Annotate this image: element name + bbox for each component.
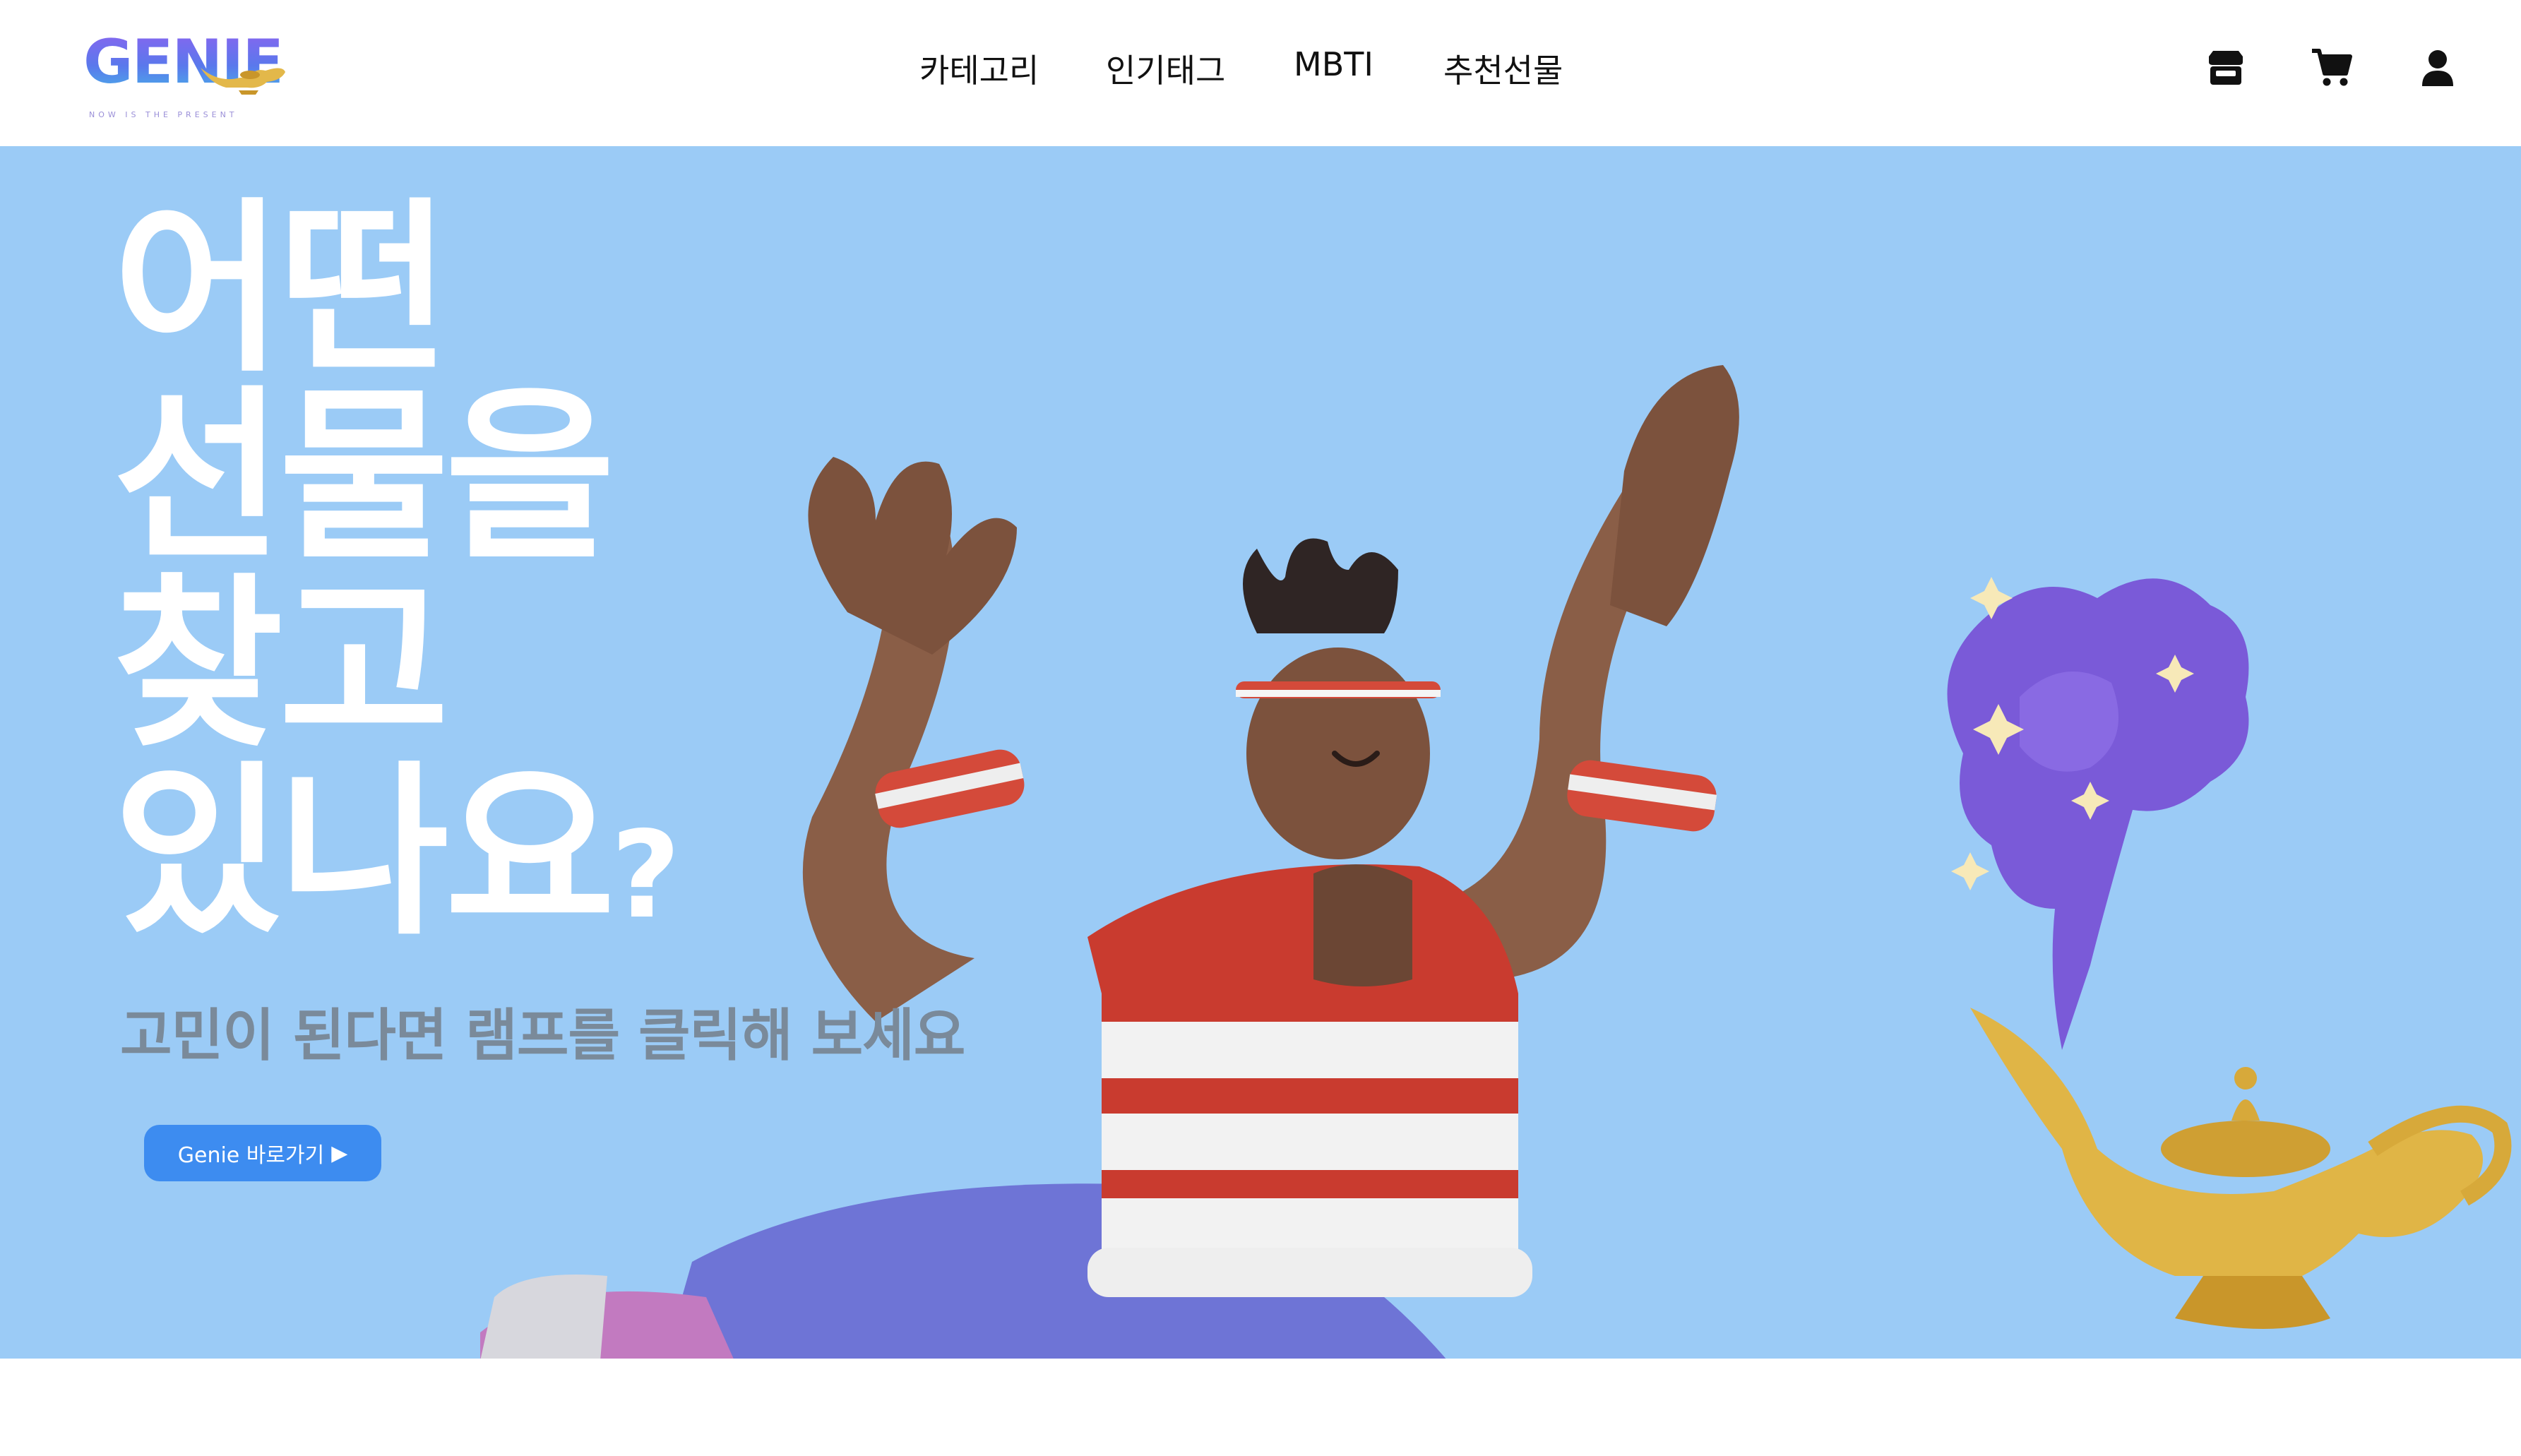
hero-headline: 어떤 선물을 찾고 있나요? xyxy=(113,181,681,969)
genie-shortcut-button[interactable]: Genie 바로가기 ▶ xyxy=(144,1125,381,1181)
cta-label: Genie 바로가기 xyxy=(177,1143,325,1168)
headline-line-4-text: 있나요 xyxy=(113,745,615,960)
logo-tagline: NOW IS THE PRESENT xyxy=(89,110,238,119)
headline-line-1: 어떤 xyxy=(113,181,449,397)
cart-icon[interactable] xyxy=(2311,47,2353,89)
store-icon[interactable] xyxy=(2205,47,2247,89)
nav-recommended-gifts[interactable]: 추천선물 xyxy=(1443,45,1563,92)
page-bottom xyxy=(0,1359,2521,1456)
site-header: GENIE NOW IS THE PRESENT 카테고리 인기태그 MBTI … xyxy=(0,0,2521,146)
headline-question-mark: ? xyxy=(611,806,681,945)
character-illustration xyxy=(480,365,1739,1359)
user-icon[interactable] xyxy=(2416,47,2459,89)
play-arrow-icon: ▶ xyxy=(331,1140,348,1166)
hero-subline: 고민이 된다면 램프를 클릭해 보세요 xyxy=(120,1003,965,1068)
headline-line-3: 찾고 xyxy=(113,557,449,772)
magic-lamp-icon[interactable] xyxy=(1878,513,2514,1359)
headline-line-4: 있나요? xyxy=(113,759,681,969)
nav-category[interactable]: 카테고리 xyxy=(919,45,1039,92)
headline-line-2: 선물을 xyxy=(113,369,615,585)
nav-mbti[interactable]: MBTI xyxy=(1294,45,1373,83)
main-nav: 카테고리 인기태그 MBTI 추천선물 xyxy=(0,45,2521,90)
hero-banner: 어떤 선물을 찾고 있나요? 고민이 된다면 램프를 클릭해 보세요 Genie… xyxy=(0,146,2521,1359)
nav-popular-tags[interactable]: 인기태그 xyxy=(1106,45,1225,92)
